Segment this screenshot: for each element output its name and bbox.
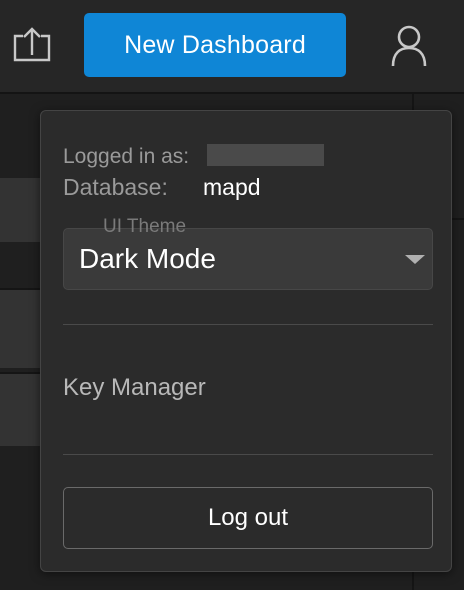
key-manager-link[interactable]: Key Manager [63,374,206,402]
ui-theme-label: UI Theme [103,216,187,237]
redacted-username [207,144,324,166]
database-label: Database: [63,174,168,200]
menu-divider [63,324,433,325]
logout-button[interactable]: Log out [63,487,433,549]
menu-divider [63,454,433,455]
database-value: mapd [203,174,261,200]
user-menu: Logged in as: Database: mapd Dark Mode U… [40,110,452,572]
caret-down-icon [405,255,425,264]
user-icon[interactable] [386,22,432,68]
logged-in-label: Logged in as: [63,145,190,168]
app-root: New Dashboard Logged in as: Database: ma… [0,0,464,590]
top-bar: New Dashboard [0,0,464,94]
share-upload-icon[interactable] [11,24,53,66]
ui-theme-selected-value: Dark Mode [79,243,216,274]
new-dashboard-button[interactable]: New Dashboard [84,13,346,77]
